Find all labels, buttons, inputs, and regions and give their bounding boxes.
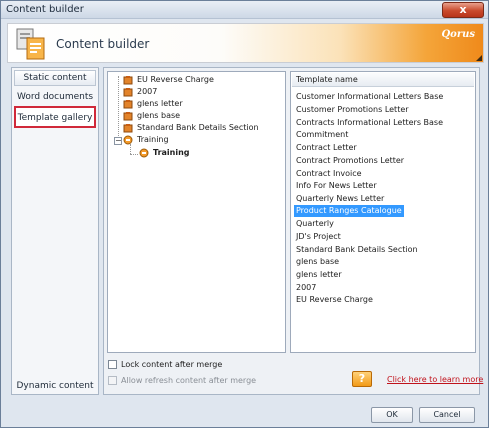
dynamic-content-button[interactable]: Dynamic content <box>14 378 96 394</box>
training-item-icon <box>139 148 149 158</box>
template-folder-icon <box>123 100 133 109</box>
template-name-column-header[interactable]: Template name <box>292 73 474 87</box>
list-item[interactable]: Contract Letter <box>294 142 359 154</box>
training-folder-icon <box>123 135 133 145</box>
list-item[interactable]: Customer Informational Letters Base <box>294 91 445 103</box>
word-documents-button[interactable]: Word documents <box>14 89 96 105</box>
allow-refresh-label: Allow refresh content after merge <box>121 376 257 385</box>
tree-guide-line <box>130 144 131 154</box>
lock-content-label: Lock content after merge <box>121 360 223 369</box>
header-banner: Content builder Qorus <box>7 23 484 63</box>
list-item[interactable]: Contracts Informational Letters Base <box>294 117 445 129</box>
static-content-button[interactable]: Static content <box>14 70 96 86</box>
brand-logo: Qorus <box>441 29 475 40</box>
list-item[interactable]: glens base <box>294 256 341 268</box>
list-item[interactable]: Quarterly <box>294 218 336 230</box>
list-item[interactable]: EU Reverse Charge <box>294 294 375 306</box>
content-builder-window: Content builder x Content builder Qorus … <box>0 0 489 428</box>
template-folder-icon <box>123 124 133 133</box>
help-icon[interactable]: ? <box>352 371 372 387</box>
corner-triangle-icon <box>476 55 482 61</box>
tree-guide-line <box>130 154 138 155</box>
tree-guide-line <box>118 76 119 140</box>
list-item[interactable]: Contract Promotions Letter <box>294 155 406 167</box>
content-panel: EU Reverse Charge 2007 glens letter glen… <box>103 67 483 395</box>
navigation-panel: Static content Word documents Template g… <box>11 67 99 395</box>
template-folder-icon <box>123 76 133 85</box>
list-item[interactable]: Info For News Letter <box>294 180 379 192</box>
collapse-icon[interactable]: − <box>114 137 122 145</box>
tree-item-label: glens base <box>137 111 181 120</box>
list-item[interactable]: Customer Promotions Letter <box>294 104 411 116</box>
tree-item-label: Training <box>137 135 169 144</box>
list-item[interactable]: Standard Bank Details Section <box>294 244 420 256</box>
close-button[interactable]: x <box>442 2 484 18</box>
allow-refresh-checkbox[interactable] <box>108 376 117 385</box>
cancel-button[interactable]: Cancel <box>419 407 475 423</box>
list-item[interactable]: Commitment <box>294 129 350 141</box>
title-bar: Content builder x <box>1 1 488 19</box>
template-folder-icon <box>123 112 133 121</box>
content-builder-icon <box>16 28 45 60</box>
header-title: Content builder <box>56 37 150 51</box>
template-folder-icon <box>123 88 133 97</box>
list-item[interactable]: glens letter <box>294 269 344 281</box>
template-list[interactable]: Template name Customer Informational Let… <box>290 71 476 353</box>
tree-item-label: Training <box>153 148 190 157</box>
list-item[interactable]: Quarterly News Letter <box>294 193 386 205</box>
list-item[interactable]: JD's Project <box>294 231 343 243</box>
lock-content-checkbox[interactable] <box>108 360 117 369</box>
tree-item-label: glens letter <box>137 99 183 108</box>
list-item-selected[interactable]: Product Ranges Catalogue <box>294 205 404 217</box>
tree-item-label: EU Reverse Charge <box>137 75 214 84</box>
tree-item-label: Standard Bank Details Section <box>137 123 259 132</box>
ok-button[interactable]: OK <box>371 407 413 423</box>
template-gallery-button[interactable]: Template gallery <box>14 106 96 128</box>
window-title: Content builder <box>6 4 84 15</box>
list-item[interactable]: 2007 <box>294 282 318 294</box>
tree-item-label: 2007 <box>137 87 158 96</box>
list-item[interactable]: Contract Invoice <box>294 168 364 180</box>
learn-more-link[interactable]: Click here to learn more <box>387 375 483 384</box>
template-tree[interactable]: EU Reverse Charge 2007 glens letter glen… <box>107 71 286 353</box>
